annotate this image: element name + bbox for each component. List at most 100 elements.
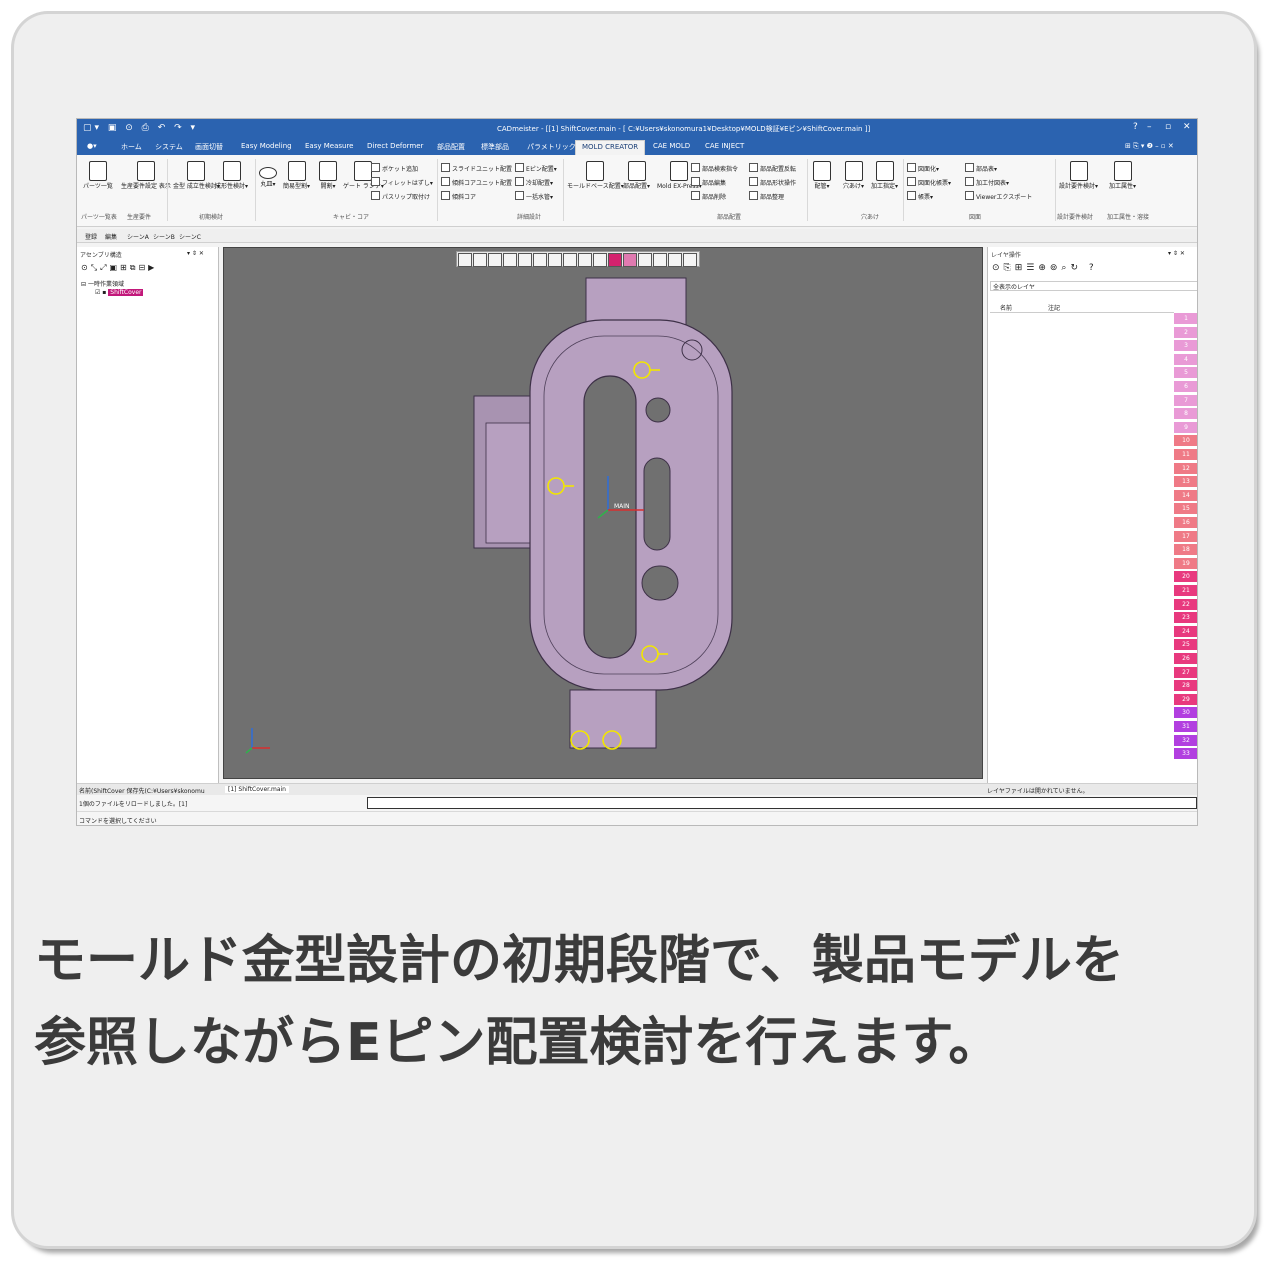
scene-c-tab[interactable]: シーンC	[179, 232, 201, 241]
tab-parametric[interactable]: パラメトリック	[527, 142, 576, 152]
layer-row[interactable]: 24	[1174, 625, 1197, 638]
machining-drawing-button[interactable]: 加工付図表▾	[965, 177, 1009, 187]
layer-row[interactable]: 25	[1174, 639, 1197, 652]
layer-row[interactable]: 5	[1174, 367, 1197, 380]
layer-row[interactable]: 31	[1174, 721, 1197, 733]
pass-lip-button[interactable]: パスリップ取付け	[371, 191, 430, 201]
pocket-add-button[interactable]: ボケット追加	[371, 163, 418, 173]
tab-home[interactable]: ホーム	[121, 142, 142, 152]
layer-row[interactable]: 7	[1174, 394, 1197, 407]
tab-mold-creator[interactable]: MOLD CREATOR	[575, 140, 646, 155]
scene-b-tab[interactable]: シーンB	[153, 232, 175, 241]
layer-row[interactable]: 9	[1174, 421, 1197, 434]
tree-item[interactable]: ☑ ▪ ShiftCover	[95, 289, 144, 296]
layer-toolbar[interactable]: ⊙⎘⊞☰⊕⊚⌕↻ ?	[992, 263, 1098, 273]
split-button[interactable]: 開割▾	[319, 161, 337, 190]
left-status-tab[interactable]: 名前(ShiftCover 保存先(C:¥Users¥skonomu	[79, 786, 205, 795]
slant-core-button[interactable]: 傾斜コア	[441, 191, 476, 201]
layer-row[interactable]: 6	[1174, 381, 1197, 393]
layer-row[interactable]: 15	[1174, 503, 1197, 516]
layer-row[interactable]: 13	[1174, 476, 1197, 489]
column-name[interactable]: 名前	[1000, 303, 1012, 312]
layer-row[interactable]: 22	[1174, 598, 1197, 611]
layer-row[interactable]: 10	[1174, 435, 1197, 448]
fillet-remove-button[interactable]: フィレットはずし▾	[371, 177, 433, 187]
layer-row[interactable]: 28	[1174, 680, 1197, 693]
epin-placement-button[interactable]: Eピン配置▾	[515, 163, 557, 173]
layer-row[interactable]: 3	[1174, 340, 1197, 353]
column-note[interactable]: 注記	[1048, 303, 1060, 312]
tab-part-placement[interactable]: 部品配置	[437, 142, 465, 152]
panel-controls-icon[interactable]: ▾ ⇕ ✕	[187, 250, 204, 257]
layer-row[interactable]: 23	[1174, 612, 1197, 625]
layer-row[interactable]: 8	[1174, 408, 1197, 421]
water-pipe-button[interactable]: 一括水管▾	[515, 191, 553, 201]
help-icon[interactable]: ?	[1133, 122, 1138, 132]
machining-attribute-button[interactable]: 加工属性▾	[1109, 161, 1136, 190]
moldability-button[interactable]: 成形性検討▾	[215, 161, 248, 190]
layer-row[interactable]: 20	[1174, 571, 1197, 584]
layer-row[interactable]: 12	[1174, 462, 1197, 475]
tab-easy-modeling[interactable]: Easy Modeling	[241, 142, 292, 150]
layer-row[interactable]: 2	[1174, 326, 1197, 339]
mold-feasibility-button[interactable]: 金型 成立性検討▾	[173, 161, 220, 190]
mold-base-button[interactable]: モールドベース配置▾	[567, 161, 624, 190]
edit-button[interactable]: 編集	[105, 232, 117, 241]
layer-row[interactable]: 30	[1174, 707, 1197, 720]
layer-row[interactable]: 27	[1174, 666, 1197, 679]
layer-row[interactable]: 26	[1174, 653, 1197, 665]
tab-direct-deformer[interactable]: Direct Deformer	[367, 142, 423, 150]
tree-root[interactable]: ⊟ 一時作業領域	[81, 279, 124, 288]
close-icon[interactable]: ✕	[1183, 122, 1191, 132]
cooling-placement-button[interactable]: 冷却配置▾	[515, 177, 553, 187]
layer-row[interactable]: 4	[1174, 353, 1197, 366]
layer-filter-select[interactable]: 全表示のレイヤ	[990, 281, 1197, 291]
parts-table-button[interactable]: 部品表▾	[965, 163, 997, 173]
assembly-toolbar[interactable]: ⊙⤡⤢▣⊞⧉⊟▶	[81, 263, 157, 273]
layer-row[interactable]: 14	[1174, 489, 1197, 502]
tab-cae-mold[interactable]: CAE MOLD	[653, 142, 690, 150]
part-search-button[interactable]: 部品検索指令	[691, 163, 738, 173]
command-input[interactable]	[367, 797, 1197, 809]
part-placement-button[interactable]: 部品配置▾	[623, 161, 650, 190]
quick-access-icons[interactable]: ▢▾ ▣ ⊙ ⎙ ↶ ↷ ▾	[83, 123, 198, 133]
parts-list-button[interactable]: パーツ一覧	[83, 161, 113, 190]
minimize-icon[interactable]: –	[1147, 122, 1152, 132]
drilling-button[interactable]: 穴あけ▾	[843, 161, 864, 190]
simple-parting-button[interactable]: 簡易型割▾	[283, 161, 310, 190]
app-menu-icon[interactable]: ●▾	[87, 142, 97, 150]
part-delete-button[interactable]: 部品削除	[691, 191, 726, 201]
part-organize-button[interactable]: 部品整理	[749, 191, 784, 201]
scene-a-tab[interactable]: シーンA	[127, 232, 149, 241]
layer-row[interactable]: 17	[1174, 530, 1197, 543]
tab-standard-parts[interactable]: 標準部品	[481, 142, 509, 152]
layer-number-list[interactable]: 1 2 3 4 5 6 7 8 9 10 11 12 13 14 15 16 17 18 19 20 21 22 23 24 2…	[1174, 313, 1197, 761]
tab-cae-inject[interactable]: CAE INJECT	[705, 142, 744, 150]
layer-row[interactable]: 21	[1174, 585, 1197, 597]
part-shape-button[interactable]: 部品形状操作	[749, 177, 796, 187]
layer-row[interactable]: 16	[1174, 517, 1197, 529]
layer-row[interactable]: 1	[1174, 313, 1197, 325]
design-requirement-button[interactable]: 設計要件検討▾	[1059, 161, 1098, 190]
part-edit-button[interactable]: 部品編集	[691, 177, 726, 187]
production-requirement-button[interactable]: 生産要件設定 表示	[121, 161, 171, 190]
slide-unit-button[interactable]: スライドユニット配置	[441, 163, 512, 173]
register-button[interactable]: 登録	[85, 232, 97, 241]
drawing-button[interactable]: 図面化▾	[907, 163, 939, 173]
layer-row[interactable]: 11	[1174, 449, 1197, 461]
machining-spec-button[interactable]: 加工指定▾	[871, 161, 898, 190]
round-dish-button[interactable]: 丸皿▾	[259, 161, 277, 188]
layer-row[interactable]: 32	[1174, 734, 1197, 747]
viewer-export-button[interactable]: Viewerエクスポート	[965, 191, 1032, 201]
slant-core-unit-button[interactable]: 傾斜コアユニット配置	[441, 177, 512, 187]
3d-viewport[interactable]: MAIN	[223, 247, 983, 779]
tab-easy-measure[interactable]: Easy Measure	[305, 142, 353, 150]
tab-screen[interactable]: 画面切替	[195, 142, 223, 152]
user-icons[interactable]: ⊞ ⎘ ▾ ❷ – ▫ ✕	[1125, 142, 1174, 151]
form-button[interactable]: 帳票▾	[907, 191, 933, 201]
drawing-form-button[interactable]: 図面化帳票▾	[907, 177, 951, 187]
layer-row[interactable]: 19	[1174, 557, 1197, 570]
part-flip-button[interactable]: 部品配置反転	[749, 163, 796, 173]
piping-button[interactable]: 配管▾	[813, 161, 831, 190]
layer-row[interactable]: 29	[1174, 693, 1197, 706]
